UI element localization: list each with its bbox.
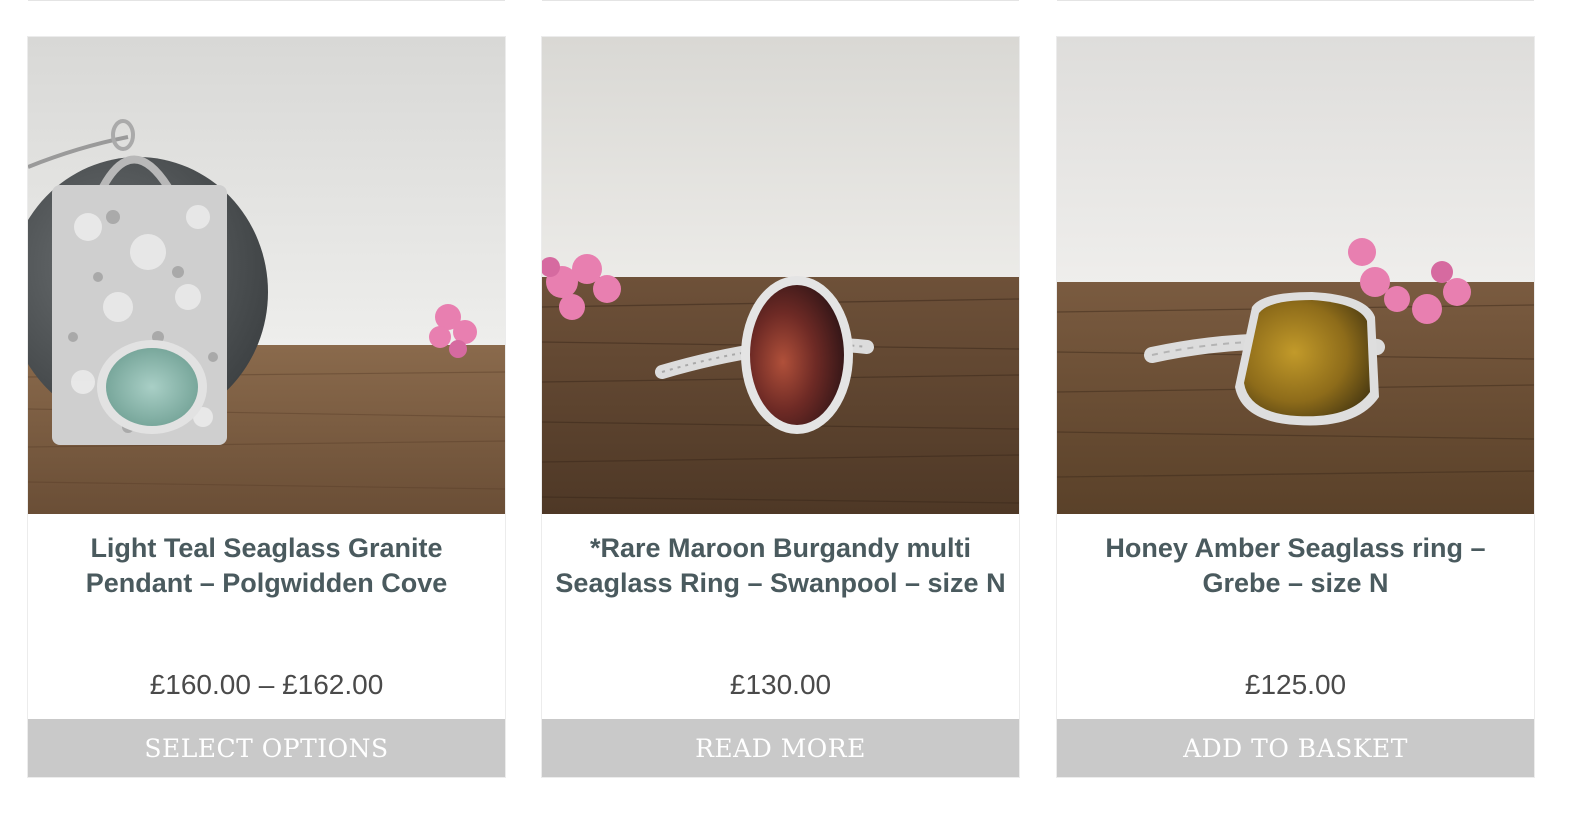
read-more-button[interactable]: READ MORE <box>542 719 1019 777</box>
amber-ring-photo <box>1057 37 1534 514</box>
product-image-link[interactable] <box>542 37 1019 514</box>
product-title[interactable]: Light Teal Seaglass Granite Pendant – Po… <box>38 531 495 601</box>
product-title[interactable]: Honey Amber Seaglass ring – Grebe – size… <box>1067 531 1524 601</box>
product-price: £125.00 <box>1244 669 1347 700</box>
product-price: £130.00 <box>729 669 832 700</box>
product-card: Light Teal Seaglass Granite Pendant – Po… <box>28 37 505 777</box>
pendant-photo <box>28 37 505 514</box>
card-edge <box>28 0 505 1</box>
product-card: *Rare Maroon Burgandy multi Seaglass Rin… <box>542 37 1019 777</box>
product-image-link[interactable] <box>28 37 505 514</box>
card-edge <box>542 0 1019 1</box>
card-edge <box>1057 0 1534 1</box>
maroon-ring-photo <box>542 37 1019 514</box>
previous-row-edges <box>0 0 1590 2</box>
product-title[interactable]: *Rare Maroon Burgandy multi Seaglass Rin… <box>552 531 1009 601</box>
add-to-basket-button[interactable]: ADD TO BASKET <box>1057 719 1534 777</box>
select-options-button[interactable]: SELECT OPTIONS <box>28 719 505 777</box>
product-price: £160.00 – £162.00 <box>149 669 384 700</box>
product-image-link[interactable] <box>1057 37 1534 514</box>
product-card: Honey Amber Seaglass ring – Grebe – size… <box>1057 37 1534 777</box>
product-grid: Light Teal Seaglass Granite Pendant – Po… <box>28 37 1564 797</box>
